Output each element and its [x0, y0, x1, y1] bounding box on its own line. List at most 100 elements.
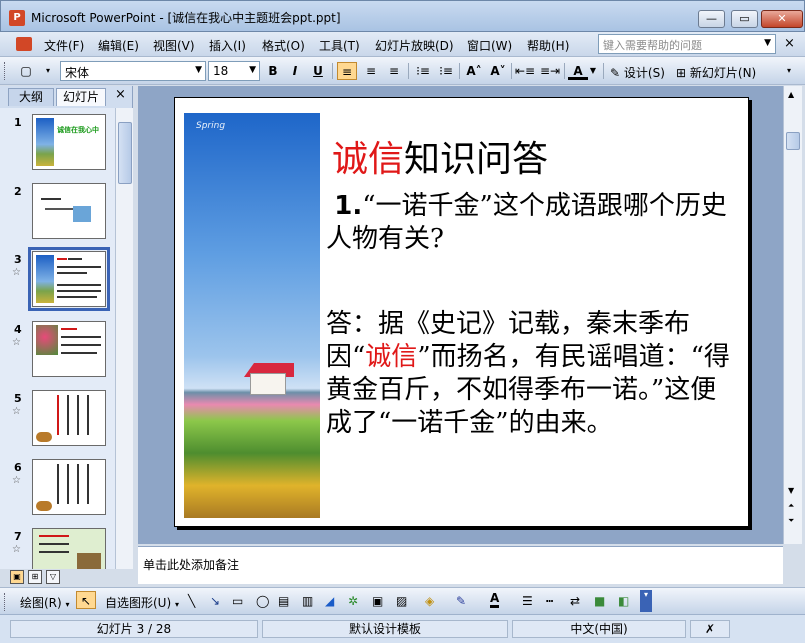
current-slide[interactable]: Spring 诚信知识问答 1.“一诺千金”这个成语跟哪个历史人物有关? 答：据…	[174, 97, 749, 527]
diagram-icon[interactable]: ✲	[348, 594, 358, 608]
slide-thumbnail-4[interactable]	[32, 321, 106, 377]
toolbar-options-icon[interactable]: ▾	[779, 62, 799, 80]
slide-thumbnail-5[interactable]	[32, 390, 106, 446]
underline-button[interactable]: U	[308, 62, 328, 80]
slide-thumbnail-2[interactable]	[32, 183, 106, 239]
spelling-check-icon[interactable]: ✗	[690, 620, 730, 638]
tab-outline[interactable]: 大纲	[8, 88, 54, 106]
document-close-icon[interactable]: ×	[784, 36, 795, 51]
toolbar-grip[interactable]	[4, 62, 7, 80]
previous-slide-icon[interactable]: ⏶	[788, 501, 794, 511]
menu-window[interactable]: 窗口(W)	[467, 37, 512, 54]
bullets-button[interactable]: ⁝≡	[436, 62, 456, 80]
design-button[interactable]: ✎ 设计(S)	[610, 64, 665, 81]
bold-button[interactable]: B	[263, 62, 283, 80]
next-slide-icon[interactable]: ⏷	[788, 516, 794, 526]
font-color-button[interactable]: A	[568, 62, 588, 80]
slide-thumbnail-1[interactable]: 诚信在我心中	[32, 114, 106, 170]
toolbar-options-icon[interactable]: ▾	[38, 62, 58, 80]
autoshapes-button[interactable]: 自选图形(U) ▾	[105, 594, 179, 611]
slide-title[interactable]: 诚信知识问答	[332, 130, 548, 182]
decrease-indent-button[interactable]: ⇤≡	[515, 62, 535, 80]
dash-style-icon[interactable]: ┅	[546, 594, 553, 608]
slide-sorter-icon[interactable]: ⊞	[28, 570, 42, 584]
new-slide-button[interactable]: ⊞ 新幻灯片(N)	[676, 64, 756, 81]
thumbnail-row[interactable]: 5 ☆	[0, 390, 115, 450]
increase-indent-button[interactable]: ≡⇥	[540, 62, 560, 80]
italic-button[interactable]: I	[285, 62, 305, 80]
menu-view[interactable]: 视图(V)	[153, 37, 195, 54]
thumbnail-row[interactable]: 2	[0, 183, 115, 243]
scrollbar-thumb[interactable]	[786, 132, 800, 150]
font-size-select[interactable]: 18 ▼	[208, 61, 260, 81]
document-icon[interactable]	[16, 37, 32, 51]
thumbnail-row[interactable]: 7 ☆	[0, 528, 115, 569]
line-tool-icon[interactable]: ╲	[188, 594, 195, 608]
font-name-select[interactable]: 宋体 ▼	[60, 61, 206, 81]
select-pointer-icon[interactable]: ↖	[76, 591, 96, 609]
help-search-input[interactable]: 键入需要帮助的问题 ▼	[598, 34, 776, 54]
minimize-button[interactable]: —	[698, 10, 725, 28]
arrow-style-icon[interactable]: ⇄	[570, 594, 580, 608]
slideshow-icon[interactable]: ▽	[46, 570, 60, 584]
menu-tools[interactable]: 工具(T)	[319, 37, 360, 54]
template-status[interactable]: 默认设计模板	[262, 620, 508, 638]
align-center-button[interactable]: ≡	[361, 62, 381, 80]
align-right-button[interactable]: ≡	[384, 62, 404, 80]
menu-insert[interactable]: 插入(I)	[209, 37, 246, 54]
slide-thumbnail-6[interactable]	[32, 459, 106, 515]
line-color-icon[interactable]: ✎	[456, 594, 466, 608]
font-color-icon[interactable]: A	[490, 591, 500, 608]
pane-close-icon[interactable]: ×	[115, 87, 126, 102]
new-document-icon[interactable]: ▢	[16, 62, 36, 80]
slide-photo[interactable]: Spring	[184, 113, 320, 518]
fill-color-icon[interactable]: ◈	[425, 594, 434, 608]
menu-file[interactable]: 文件(F)	[44, 37, 84, 54]
language-status[interactable]: 中文(中国)	[512, 620, 686, 638]
photo-stamp: Spring	[196, 121, 226, 131]
slide-answer[interactable]: 答：据《史记》记载，秦末季布因“诚信”而扬名，有民谣唱道：“得黄金百斤，不如得季…	[326, 308, 741, 440]
slides-pane: 大纲 幻灯片 × 1 诚信在我心中 2 3 ☆ 4 ☆ 5 ☆ 6 ☆ 7 ☆	[0, 86, 133, 569]
scroll-up-icon[interactable]: ▲	[788, 90, 794, 99]
chevron-down-icon[interactable]: ▼	[764, 38, 771, 48]
align-left-button[interactable]: ≡	[337, 62, 357, 80]
wordart-icon[interactable]: ◢	[325, 594, 334, 608]
slide-thumbnail-3[interactable]	[28, 247, 110, 311]
menu-format[interactable]: 格式(O)	[262, 37, 305, 54]
toolbar-grip[interactable]	[4, 593, 7, 611]
line-style-icon[interactable]: ☰	[522, 594, 533, 608]
menu-slideshow[interactable]: 幻灯片放映(D)	[375, 37, 454, 54]
scrollbar-thumb[interactable]	[118, 122, 132, 184]
draw-menu-button[interactable]: 绘图(R) ▾	[20, 594, 70, 611]
close-button[interactable]: ✕	[761, 10, 803, 28]
rectangle-tool-icon[interactable]: ▭	[232, 594, 243, 608]
font-color-dropdown-icon[interactable]: ▼	[588, 62, 598, 80]
thumbnails-scrollbar[interactable]	[115, 108, 133, 569]
vertical-textbox-icon[interactable]: ▥	[302, 594, 313, 608]
thumbnail-row[interactable]: 3 ☆	[0, 247, 115, 311]
slide-question[interactable]: 1.“一诺千金”这个成语跟哪个历史人物有关?	[326, 190, 741, 256]
thumbnail-row[interactable]: 6 ☆	[0, 459, 115, 519]
3d-icon[interactable]: ◧	[618, 594, 629, 608]
shadow-icon[interactable]: ■	[594, 594, 605, 608]
normal-view-icon[interactable]: ▣	[10, 570, 24, 584]
maximize-button[interactable]: ▭	[731, 10, 758, 28]
menu-help[interactable]: 帮助(H)	[527, 37, 569, 54]
textbox-tool-icon[interactable]: ▤	[278, 594, 289, 608]
thumbnail-row[interactable]: 1 诚信在我心中	[0, 114, 115, 174]
scroll-down-icon[interactable]: ▼	[788, 486, 794, 495]
grow-font-button[interactable]: A˄	[464, 62, 484, 80]
oval-tool-icon[interactable]: ◯	[256, 594, 269, 608]
menu-edit[interactable]: 编辑(E)	[98, 37, 139, 54]
numbering-button[interactable]: ⁝≡	[413, 62, 433, 80]
slide-scrollbar[interactable]: ▲ ▼ ⏶ ⏷	[783, 86, 802, 544]
shrink-font-button[interactable]: A˅	[488, 62, 508, 80]
picture-icon[interactable]: ▨	[396, 594, 407, 608]
slide-thumbnail-7[interactable]	[32, 528, 106, 569]
clipart-icon[interactable]: ▣	[372, 594, 383, 608]
tab-slides[interactable]: 幻灯片	[56, 88, 106, 106]
thumbnail-row[interactable]: 4 ☆	[0, 321, 115, 381]
arrow-tool-icon[interactable]: ↘	[210, 594, 220, 608]
toolbar-options-icon[interactable]: ▾	[640, 590, 652, 612]
notes-pane[interactable]: 单击此处添加备注	[138, 546, 783, 584]
